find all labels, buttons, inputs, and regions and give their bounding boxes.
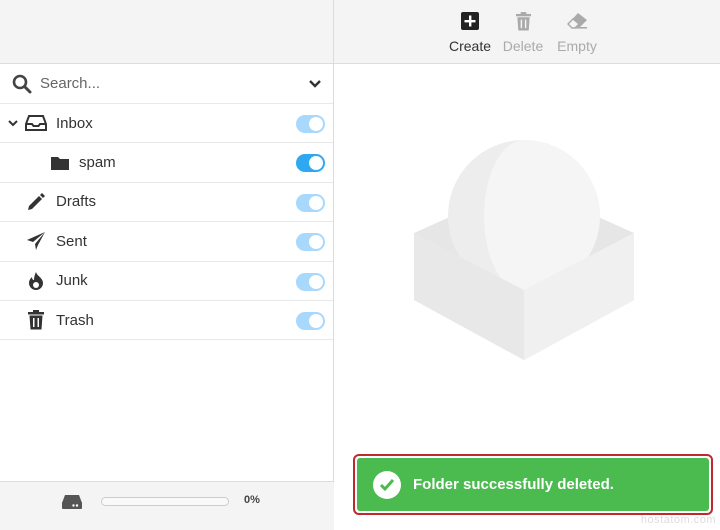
inbox-icon	[25, 112, 47, 134]
pencil-icon	[25, 191, 47, 213]
subscription-toggle[interactable]	[296, 233, 325, 252]
folder-item-spam[interactable]: spam	[0, 143, 333, 183]
toast-body: Folder successfully deleted.	[357, 458, 709, 511]
folder-panel-header	[0, 0, 333, 64]
subscription-toggle[interactable]	[296, 193, 325, 212]
subscription-toggle[interactable]	[296, 115, 325, 133]
toolbar: Create Delete Empty	[334, 0, 720, 64]
folder-item-junk[interactable]: Junk	[0, 262, 333, 301]
create-label: Create	[448, 38, 492, 54]
hard-drive-icon	[61, 493, 83, 511]
empty-button[interactable]: Empty	[552, 10, 602, 54]
quota-progress-bar	[101, 497, 229, 506]
search-bar[interactable]: Search...	[0, 64, 333, 104]
content-panel: Create Delete Empty Folder successfully …	[334, 0, 720, 530]
folder-item-drafts[interactable]: Drafts	[0, 183, 333, 223]
app-window: Search... Inbox spam Drafts Sent Junk Tr…	[0, 0, 720, 530]
notification-toast[interactable]: Folder successfully deleted.	[353, 454, 713, 515]
folder-label: Sent	[56, 232, 87, 250]
search-icon	[12, 73, 34, 95]
quota-percent: 0%	[244, 494, 260, 506]
toast-message: Folder successfully deleted.	[413, 476, 614, 493]
subscription-toggle[interactable]	[296, 154, 325, 173]
trash-icon	[25, 309, 47, 331]
chevron-down-icon[interactable]	[307, 76, 323, 92]
check-circle-icon	[373, 470, 401, 499]
paper-plane-icon	[25, 230, 47, 252]
folder-icon	[49, 152, 71, 174]
quota-footer: 0%	[0, 481, 334, 530]
subscription-toggle[interactable]	[296, 311, 325, 330]
eraser-icon	[552, 10, 602, 32]
fire-icon	[25, 270, 47, 292]
empty-label: Empty	[557, 38, 597, 54]
subscription-toggle[interactable]	[296, 272, 325, 291]
empty-mailbox-illustration	[414, 140, 634, 364]
trash-icon	[500, 10, 546, 32]
folder-label: Inbox	[56, 114, 93, 132]
folder-label: spam	[79, 154, 116, 172]
delete-button[interactable]: Delete	[500, 10, 546, 54]
folder-item-sent[interactable]: Sent	[0, 222, 333, 262]
plus-square-icon	[444, 10, 496, 32]
search-input[interactable]: Search...	[40, 75, 307, 92]
folder-label: Junk	[56, 272, 88, 290]
folder-label: Trash	[56, 311, 94, 329]
create-button[interactable]: Create	[444, 10, 496, 54]
folder-item-inbox[interactable]: Inbox	[0, 104, 333, 144]
folder-item-trash[interactable]: Trash	[0, 301, 333, 341]
watermark: hostatom.com	[640, 514, 716, 526]
chevron-down-icon[interactable]	[6, 116, 20, 130]
folder-panel: Search... Inbox spam Drafts Sent Junk Tr…	[0, 0, 334, 530]
delete-label: Delete	[502, 38, 544, 54]
folder-label: Drafts	[56, 193, 97, 211]
